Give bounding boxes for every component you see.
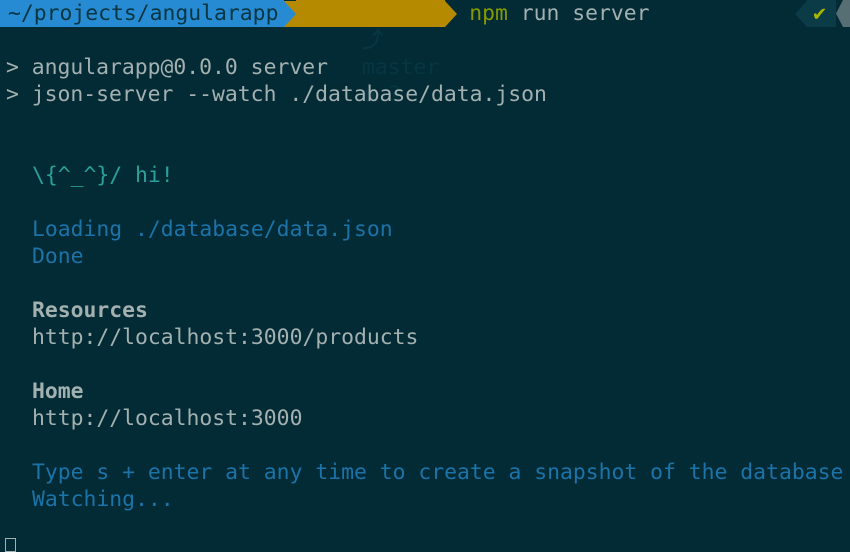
check-icon: ✔	[807, 0, 836, 27]
prompt-path: ~/projects/angularapp	[0, 0, 285, 27]
output-line: > angularapp@0.0.0 server	[6, 55, 328, 80]
powerline-end	[836, 0, 850, 27]
command-args: run server	[507, 1, 650, 26]
powerline-separator	[284, 0, 297, 27]
powerline-separator	[795, 0, 808, 27]
git-branch: master	[361, 55, 440, 80]
output-line: > json-server --watch ./database/data.js…	[6, 82, 547, 107]
done-text: Done	[32, 244, 84, 269]
command-bin: npm	[469, 1, 508, 26]
powerline-separator	[445, 0, 458, 27]
git-branch-icon: ⤴	[361, 28, 384, 53]
home-heading: Home	[32, 379, 84, 404]
watching-text: Watching...	[32, 487, 174, 512]
greeting: \{^_^}/ hi!	[32, 163, 174, 188]
loading-text: Loading ./database/data.json	[32, 217, 393, 242]
snapshot-hint: Type s + enter at any time to create a s…	[32, 460, 844, 485]
resources-url[interactable]: http://localhost:3000/products	[32, 324, 418, 351]
prompt-bar: ~/projects/angularapp ⤴ master ● ? npm r…	[0, 0, 850, 107]
terminal-cursor	[5, 538, 16, 552]
prompt-git: ⤴ master ● ?	[296, 0, 446, 107]
status-segment: ✔	[795, 0, 850, 27]
command-line[interactable]: npm run server	[457, 0, 655, 27]
resources-heading: Resources	[32, 298, 148, 323]
home-url[interactable]: http://localhost:3000	[32, 405, 302, 432]
